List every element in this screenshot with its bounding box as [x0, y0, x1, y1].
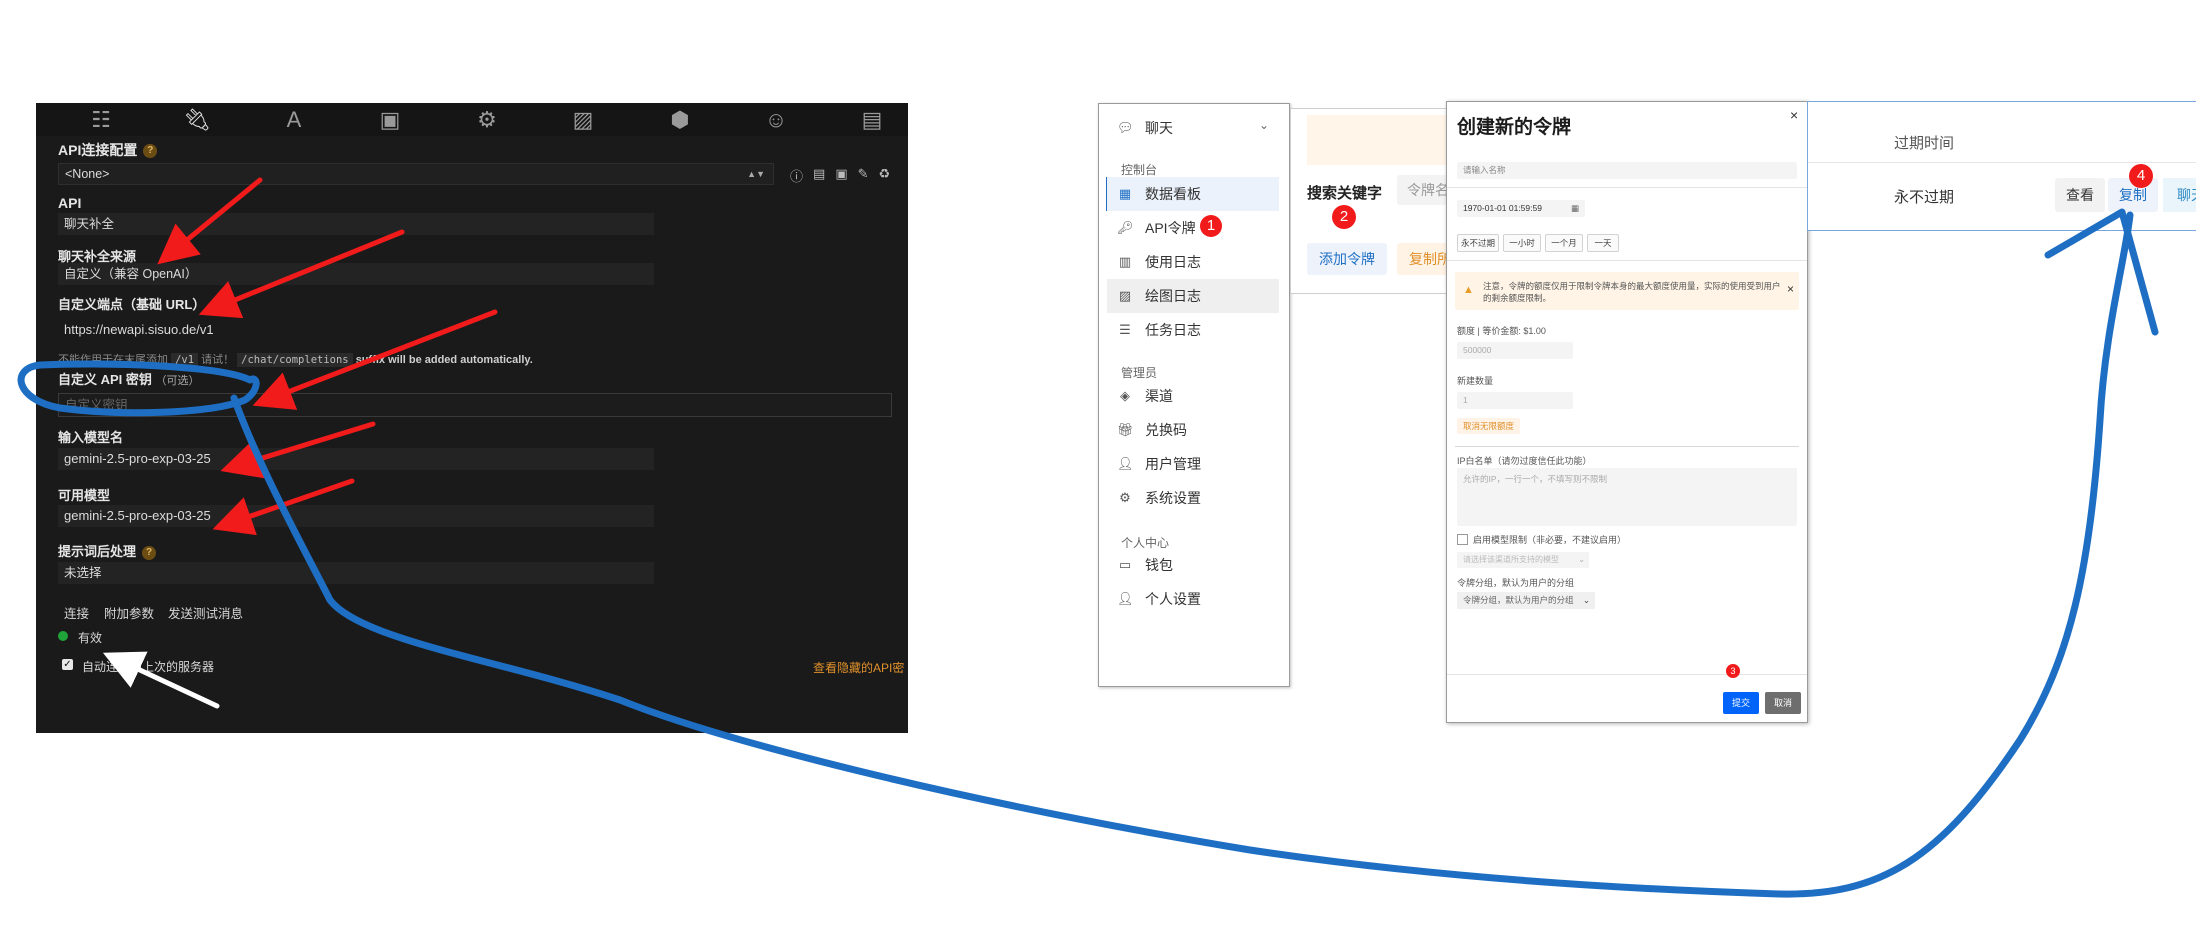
step-badge-3: 3 [1726, 664, 1740, 678]
white-arrow [102, 651, 220, 709]
blue-connector-line [230, 211, 2134, 898]
step-badge-4: 4 [2129, 164, 2153, 188]
red-arrow [198, 229, 405, 319]
blue-highlight-circle [17, 360, 260, 417]
annotation-overlay [17, 177, 2159, 898]
blue-arrow-head [2044, 208, 2159, 336]
red-arrow [157, 177, 263, 265]
red-arrow [252, 309, 498, 410]
step-badge-2: 2 [1332, 205, 1356, 229]
step-badge-1: 1 [1200, 215, 1222, 237]
